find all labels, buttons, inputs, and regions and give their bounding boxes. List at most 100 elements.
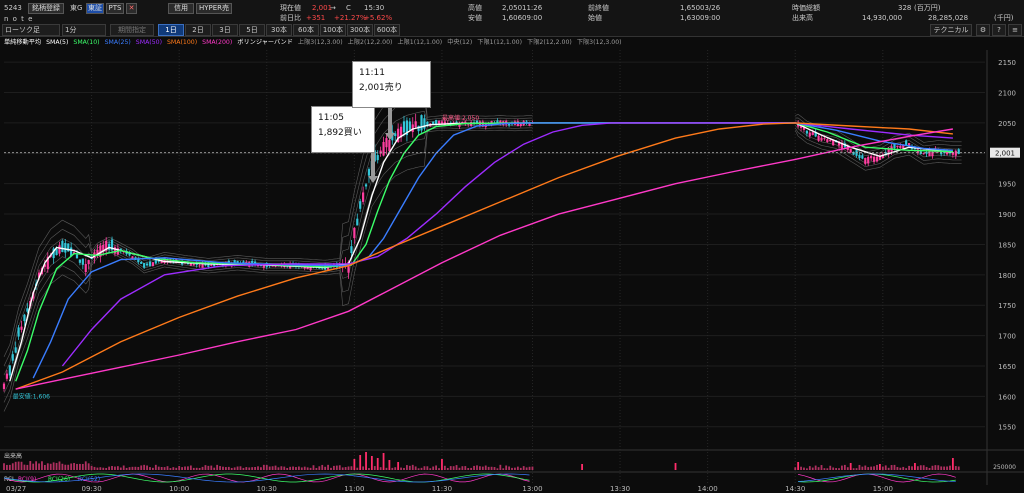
volume-bar bbox=[525, 467, 528, 470]
volume-bar bbox=[408, 465, 411, 470]
volume-bar bbox=[280, 466, 283, 470]
volume-bar bbox=[227, 466, 230, 470]
volume-bar bbox=[490, 466, 493, 470]
candle-body bbox=[20, 326, 23, 330]
candle-body bbox=[829, 139, 832, 142]
volume-bar bbox=[861, 466, 864, 470]
volume-bar bbox=[140, 465, 143, 470]
volume-bar bbox=[239, 466, 242, 470]
volume-bar bbox=[283, 466, 286, 470]
y-tick-label: 2100 bbox=[998, 90, 1016, 98]
volume-bar bbox=[379, 467, 382, 470]
volume-bar bbox=[204, 465, 207, 470]
candle-body bbox=[820, 137, 823, 141]
candle-body bbox=[922, 153, 925, 155]
volume-bar bbox=[832, 467, 835, 470]
volume-bar bbox=[426, 466, 429, 470]
volume-bar bbox=[81, 463, 84, 470]
volume-bar bbox=[119, 467, 122, 470]
volume-bar bbox=[49, 463, 52, 470]
y-tick-label: 1550 bbox=[998, 424, 1016, 432]
volume-bar bbox=[122, 465, 125, 470]
volume-bar bbox=[35, 461, 38, 470]
candle-body bbox=[849, 148, 852, 153]
volume-bar bbox=[400, 467, 402, 470]
volume-bar bbox=[172, 467, 175, 470]
volume-bar bbox=[324, 466, 327, 470]
candle-body bbox=[64, 242, 67, 253]
volume-bar bbox=[306, 467, 309, 470]
volume-bar bbox=[922, 465, 925, 470]
volume-bar bbox=[192, 467, 195, 470]
candle-body bbox=[14, 347, 17, 353]
volume-bar bbox=[373, 466, 376, 470]
volume-bar bbox=[928, 467, 931, 470]
volume-bar bbox=[954, 466, 957, 470]
volume-bar bbox=[277, 467, 280, 470]
volume-bar bbox=[432, 466, 435, 470]
sma-line bbox=[32, 122, 953, 379]
volume-bar bbox=[823, 468, 826, 470]
candle-body bbox=[210, 264, 213, 266]
candle-body bbox=[81, 258, 84, 265]
x-tick-label: 09:30 bbox=[81, 485, 101, 493]
volume-bar bbox=[829, 465, 832, 470]
sma-line bbox=[9, 122, 953, 382]
volume-bar bbox=[131, 466, 134, 470]
volume-bar bbox=[881, 466, 884, 470]
volume-bar bbox=[134, 466, 137, 470]
candle-body bbox=[899, 145, 902, 149]
volume-bar bbox=[187, 466, 189, 470]
volume-bar bbox=[219, 466, 221, 470]
volume-bar bbox=[207, 465, 210, 470]
candle-body bbox=[131, 256, 134, 259]
candle-body bbox=[420, 115, 423, 131]
volume-bar bbox=[487, 466, 490, 470]
volume-bar bbox=[826, 468, 829, 470]
volume-bar bbox=[914, 463, 916, 470]
candle-body bbox=[817, 135, 820, 141]
volume-bar bbox=[52, 462, 55, 470]
candle-body bbox=[364, 184, 368, 187]
candle-body bbox=[151, 262, 155, 267]
volume-bar bbox=[222, 466, 224, 470]
volume-bar bbox=[111, 466, 113, 470]
volume-scale-label: 250000 bbox=[993, 464, 1016, 471]
volume-bar bbox=[46, 463, 49, 470]
candle-body bbox=[23, 314, 26, 322]
volume-panel-label: 出来高 bbox=[4, 452, 22, 460]
volume-bar bbox=[55, 462, 58, 470]
volume-bar bbox=[925, 466, 928, 470]
x-tick-label: 10:30 bbox=[257, 485, 277, 493]
volume-bar bbox=[835, 468, 837, 470]
volume-bar bbox=[516, 466, 519, 470]
volume-bar bbox=[6, 464, 8, 470]
volume-bar bbox=[333, 465, 335, 470]
volume-bar bbox=[195, 467, 198, 470]
candle-body bbox=[362, 192, 365, 202]
candle-body bbox=[861, 155, 864, 159]
volume-bar bbox=[356, 467, 359, 470]
candle-body bbox=[402, 121, 406, 133]
candle-body bbox=[350, 246, 353, 254]
volume-bar bbox=[79, 463, 81, 470]
volume-bar bbox=[423, 466, 426, 470]
volume-bar bbox=[473, 465, 475, 470]
volume-bar bbox=[505, 465, 508, 470]
volume-bar bbox=[957, 466, 960, 470]
volume-bar bbox=[838, 468, 840, 470]
volume-bar bbox=[268, 466, 271, 470]
volume-bar bbox=[137, 466, 140, 470]
volume-bar bbox=[949, 465, 951, 470]
volume-bar bbox=[890, 465, 893, 470]
volume-bar bbox=[406, 465, 408, 470]
candle-body bbox=[408, 121, 411, 130]
candle-body bbox=[367, 169, 371, 176]
volume-bar bbox=[852, 468, 855, 470]
volume-bar bbox=[274, 465, 277, 470]
volume-bar bbox=[338, 465, 341, 470]
volume-bar bbox=[370, 456, 373, 470]
bollinger-line bbox=[3, 124, 962, 394]
volume-bars bbox=[3, 452, 960, 470]
volume-bar bbox=[105, 467, 108, 470]
